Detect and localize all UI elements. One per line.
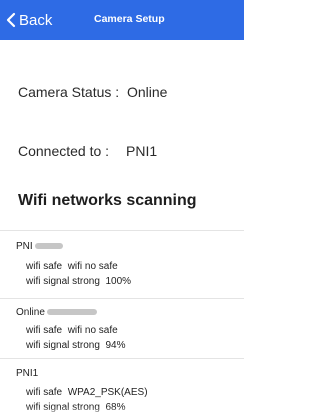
scroll-fade [0,407,244,417]
top-bar: Back Camera Setup [0,0,244,40]
wifi-network-item[interactable]: PNI wifi safe wifi no safe wifi signal s… [0,230,244,293]
wifi-network-name: PNI1 [16,368,39,379]
wifi-network-name: Online [16,307,97,318]
wifi-security-line: wifi safe wifi no safe [26,325,118,336]
connected-to-label: Connected to : [18,143,110,159]
redacted-text [46,309,97,316]
back-label: Back [19,11,53,29]
wifi-network-name: PNI [16,241,63,252]
page-title: Camera Setup [94,13,165,25]
camera-status-value: Online [127,84,168,100]
wifi-security-line: wifi safe WPA2_PSK(AES) [26,387,148,398]
back-button[interactable]: Back [6,8,52,32]
wifi-signal-line: wifi signal strong 100% [26,276,132,287]
wifi-network-item[interactable]: Online wifi safe wifi no safe wifi signa… [0,298,244,359]
connected-to-value: PNI1 [126,143,158,159]
wifi-signal-line: wifi signal strong 94% [26,340,126,351]
wifi-security-line: wifi safe wifi no safe [26,261,118,272]
chevron-left-icon [6,12,16,28]
wifi-scan-title: Wifi networks scanning [18,192,197,209]
redacted-text [34,243,63,250]
camera-status-label: Camera Status : [18,84,120,100]
